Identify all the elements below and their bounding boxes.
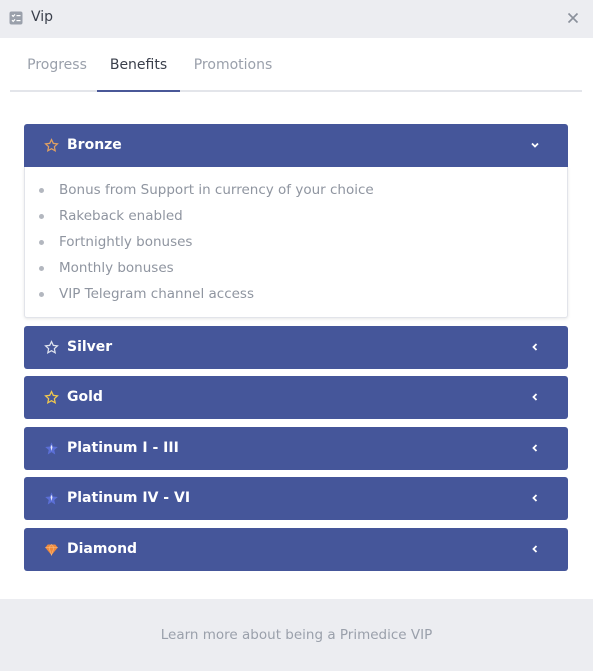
tier-label: Diamond — [67, 541, 138, 557]
tier-header-gold[interactable]: Gold — [24, 376, 568, 419]
tier-panel-diamond: Diamond — [24, 528, 568, 571]
bullet — [39, 214, 44, 219]
platinum-star-icon — [44, 441, 59, 456]
tier-header-bronze[interactable]: Bronze — [24, 124, 568, 167]
star-outline-icon — [44, 138, 59, 153]
tab-bar: Progress Benefits Promotions — [10, 39, 582, 92]
list-item: Rakeback enabled — [25, 206, 567, 232]
list-item: VIP Telegram channel access — [25, 284, 567, 310]
list-item: Fortnightly bonuses — [25, 232, 567, 258]
window-title: Vip — [31, 9, 54, 25]
tier-header-platinum-1-3[interactable]: Platinum I - III — [24, 427, 568, 470]
tier-label: Silver — [67, 339, 113, 355]
tier-panel-gold: Gold — [24, 376, 568, 419]
chevron-left-icon — [528, 390, 542, 404]
tier-label: Gold — [67, 389, 103, 405]
chevron-left-icon — [528, 340, 542, 354]
bullet — [39, 266, 44, 271]
bullet — [39, 188, 44, 193]
bullet — [39, 240, 44, 245]
chevron-left-icon — [528, 441, 542, 455]
window-titlebar: Vip — [0, 0, 593, 38]
star-outline-icon — [44, 340, 59, 355]
benefit-text: Rakeback enabled — [59, 208, 183, 224]
tier-panel-silver: Silver — [24, 326, 568, 369]
tier-label: Platinum I - III — [67, 440, 179, 456]
tab-promotions[interactable]: Promotions — [183, 39, 283, 90]
star-outline-icon — [44, 390, 59, 405]
close-button[interactable] — [563, 8, 583, 28]
tier-panel-platinum-1-3: Platinum I - III — [24, 427, 568, 470]
tier-panel-platinum-4-6: Platinum IV - VI — [24, 477, 568, 520]
tier-benefits-list: Bonus from Support in currency of your c… — [24, 167, 568, 318]
tier-label: Bronze — [67, 137, 122, 153]
learn-more-link[interactable]: Learn more about being a Primedice VIP — [161, 627, 433, 643]
list-item: Monthly bonuses — [25, 258, 567, 284]
tab-label: Progress — [27, 56, 87, 73]
benefit-text: Monthly bonuses — [59, 260, 174, 276]
list-item: Bonus from Support in currency of your c… — [25, 180, 567, 206]
benefit-text: Bonus from Support in currency of your c… — [59, 182, 374, 198]
tier-label: Platinum IV - VI — [67, 490, 191, 506]
checklist-icon — [9, 11, 23, 25]
tab-label: Promotions — [193, 56, 273, 73]
bullet — [39, 292, 44, 297]
footer: Learn more about being a Primedice VIP — [0, 599, 593, 671]
diamond-icon — [44, 542, 59, 557]
chevron-left-icon — [528, 542, 542, 556]
tier-header-silver[interactable]: Silver — [24, 326, 568, 369]
benefit-text: Fortnightly bonuses — [59, 234, 193, 250]
tab-progress[interactable]: Progress — [14, 39, 100, 90]
chevron-left-icon — [528, 491, 542, 505]
tier-header-diamond[interactable]: Diamond — [24, 528, 568, 571]
chevron-down-icon — [528, 138, 542, 152]
platinum-star-icon — [44, 491, 59, 506]
tab-benefits[interactable]: Benefits — [97, 39, 180, 92]
tab-label: Benefits — [109, 56, 168, 73]
tier-header-platinum-4-6[interactable]: Platinum IV - VI — [24, 477, 568, 520]
benefit-text: VIP Telegram channel access — [59, 286, 254, 302]
tier-panel-bronze: Bronze Bonus from Support in currency of… — [24, 124, 568, 318]
close-icon — [567, 12, 579, 24]
